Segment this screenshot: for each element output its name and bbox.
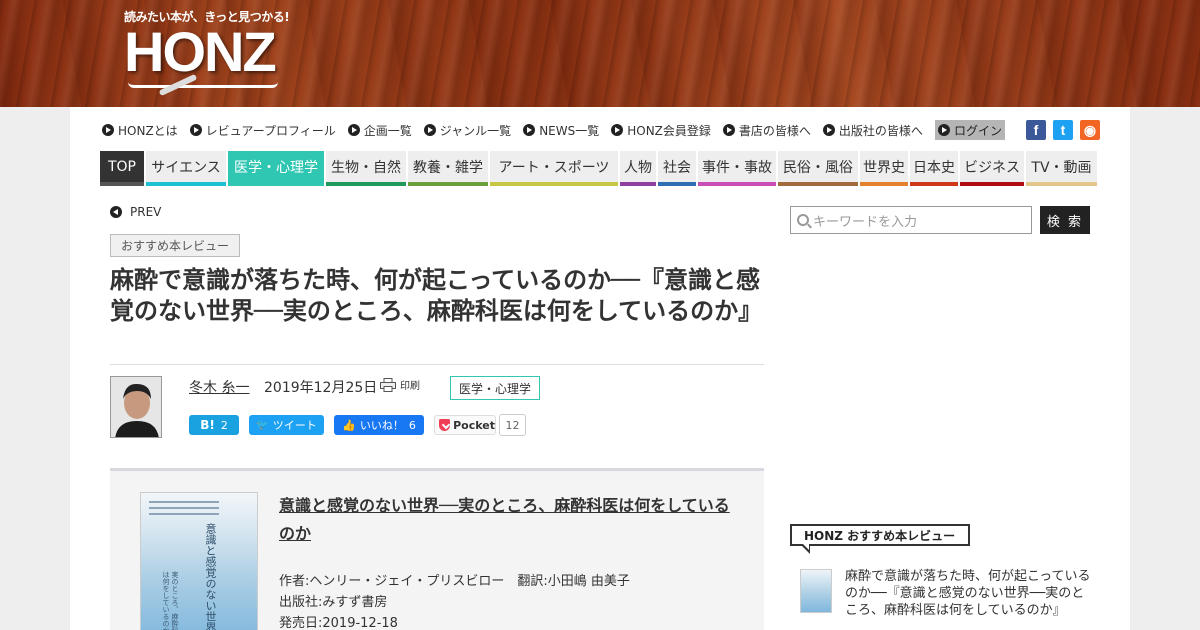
top-link-3[interactable]: ジャンル一覧 — [423, 120, 512, 140]
social-icons: f t ◉ — [1026, 120, 1107, 140]
pocket-button[interactable]: Pocket — [434, 415, 496, 435]
sidebar-review-link[interactable]: 麻酔で意識が落ちた時、何が起こっているのか──『意識と感覚のない世界──実のとこ… — [845, 568, 1095, 619]
category-tab-5[interactable]: アート・スポーツ — [490, 151, 618, 186]
honz-logo[interactable]: 読みたい本が、きっと見つかる! HONZ — [124, 8, 290, 100]
top-link-label: ジャンル一覧 — [439, 123, 512, 138]
category-tab-4[interactable]: 教養・雑学 — [408, 151, 488, 186]
book-icon — [128, 82, 278, 88]
category-tab-11[interactable]: 日本史 — [910, 151, 958, 186]
like-label: いいね！ — [359, 419, 404, 432]
arrow-right-icon — [102, 124, 114, 136]
category-tab-12[interactable]: ビジネス — [960, 151, 1024, 186]
category-tab-2[interactable]: 医学・心理学 — [228, 151, 324, 186]
hatena-icon: B! — [200, 418, 215, 432]
search-button[interactable]: 検 索 — [1040, 206, 1090, 234]
twitter-icon[interactable]: t — [1053, 120, 1073, 140]
top-link-label: 書店の皆様へ — [738, 123, 811, 138]
arrow-right-icon — [189, 124, 202, 136]
sidebar-book-thumbnail[interactable] — [800, 569, 832, 613]
top-link-7[interactable]: 出版社の皆様へ — [822, 120, 923, 140]
top-link-2[interactable]: 企画一覧 — [347, 120, 412, 140]
top-link-label: レビュアープロフィール — [205, 123, 336, 138]
top-link-0[interactable]: HONZとは — [102, 120, 178, 140]
author-avatar[interactable] — [110, 376, 162, 438]
twitter-bird-icon: 🐦 — [256, 419, 269, 431]
book-author: 作者:ヘンリー・ジェイ・プリスビロー 翻訳:小田嶋 由美子 — [279, 574, 630, 589]
prev-link[interactable]: PREV — [110, 205, 161, 219]
category-tab-1[interactable]: サイエンス — [146, 151, 226, 186]
search-input[interactable]: キーワードを入力 — [790, 206, 1032, 234]
pocket-count: 12 — [499, 414, 526, 436]
category-tab-7[interactable]: 社会 — [658, 151, 696, 186]
arrow-right-icon — [822, 124, 835, 136]
arrow-right-icon — [937, 124, 950, 136]
top-link-4[interactable]: NEWS一覧 — [523, 120, 599, 140]
book-publisher: 出版社:みすず書房 — [279, 595, 388, 610]
review-category-tag[interactable]: おすすめ本レビュー — [110, 234, 241, 257]
author-link[interactable]: 冬木 糸一 — [189, 377, 249, 397]
arrow-right-icon — [523, 124, 536, 136]
site-header: 読みたい本が、きっと見つかる! HONZ — [0, 0, 1200, 107]
top-link-5[interactable]: HONZ会員登録 — [611, 120, 711, 140]
thumbs-up-icon: 👍 — [342, 418, 356, 432]
cover-subtitle: 実のところ、麻酔科医は何をしているのか — [162, 571, 179, 630]
search-placeholder: キーワードを入力 — [813, 214, 918, 230]
sidebar-section-label: HONZ おすすめ本レビュー — [790, 524, 970, 546]
tweet-label: ツイート — [272, 419, 317, 432]
print-link[interactable]: 印刷 — [380, 377, 420, 392]
rss-icon[interactable]: ◉ — [1080, 120, 1100, 140]
logo-wordmark: HONZ — [124, 20, 277, 83]
arrow-right-icon — [347, 124, 360, 136]
category-nav: TOP サイエンス 医学・心理学 生物・自然 教養・雑学 アート・スポーツ 人物 社会 事件・事… — [100, 151, 1099, 186]
book-info-box: 意識と感覚のない世界 実のところ、麻酔科医は何をしているのか 意識と感覚のない世… — [110, 471, 764, 630]
main-page: HONZとは レビュアープロフィール 企画一覧 ジャンル一覧 NEWS一覧 HONZ会員登… — [70, 107, 1130, 630]
top-link-8[interactable]: ログイン — [934, 120, 1005, 140]
arrow-left-icon — [110, 206, 122, 218]
top-link-label: 出版社の皆様へ — [838, 123, 923, 138]
prev-label: PREV — [130, 205, 162, 219]
top-links: HONZとは レビュアープロフィール 企画一覧 ジャンル一覧 NEWS一覧 HONZ会員登… — [102, 120, 1017, 140]
divider — [110, 364, 764, 365]
genre-tag[interactable]: 医学・心理学 — [450, 376, 541, 400]
cover-header-lines — [149, 501, 219, 519]
top-link-label: ログイン — [953, 123, 1002, 138]
book-release-date: 発売日:2019-12-18 — [279, 616, 398, 630]
arrow-right-icon — [611, 124, 624, 136]
pocket-icon — [439, 419, 451, 431]
pocket-label: Pocket — [453, 418, 495, 432]
like-count: 6 — [408, 418, 416, 432]
category-tab-3[interactable]: 生物・自然 — [326, 151, 406, 186]
arrow-right-icon — [423, 124, 436, 136]
tweet-button[interactable]: 🐦 ツイート — [249, 415, 324, 435]
facebook-icon[interactable]: f — [1026, 120, 1046, 140]
label-tail-inner — [803, 544, 809, 550]
facebook-like-button[interactable]: 👍 いいね！ 6 — [334, 415, 424, 435]
cover-title: 意識と感覚のない世界 — [204, 523, 217, 630]
book-title-link[interactable]: 意識と感覚のない世界──実のところ、麻酔科医は何をしているのか — [279, 492, 739, 548]
print-label: 印刷 — [400, 381, 420, 392]
top-link-label: NEWS一覧 — [539, 123, 600, 138]
category-tab-9[interactable]: 民俗・風俗 — [778, 151, 858, 186]
search-icon — [797, 214, 809, 226]
category-tab-10[interactable]: 世界史 — [860, 151, 908, 186]
printer-icon — [380, 377, 396, 392]
category-tab-0[interactable]: TOP — [100, 151, 144, 186]
top-link-label: 企画一覧 — [363, 123, 412, 138]
category-tab-13[interactable]: TV・動画 — [1026, 151, 1097, 186]
arrow-right-icon — [722, 124, 735, 136]
top-link-6[interactable]: 書店の皆様へ — [722, 120, 811, 140]
book-cover[interactable]: 意識と感覚のない世界 実のところ、麻酔科医は何をしているのか — [140, 492, 258, 630]
article-title: 麻酔で意識が落ちた時、何が起こっているのか──『意識と感覚のない世界──実のとこ… — [110, 266, 763, 325]
publish-date: 2019年12月25日 — [264, 380, 378, 396]
top-link-1[interactable]: レビュアープロフィール — [189, 120, 336, 140]
top-link-label: HONZとは — [118, 123, 178, 138]
hatena-bookmark-button[interactable]: B! 2 — [189, 415, 239, 435]
category-tab-6[interactable]: 人物 — [620, 151, 656, 186]
hatena-count: 2 — [220, 418, 228, 432]
category-tab-8[interactable]: 事件・事故 — [698, 151, 776, 186]
top-link-label: HONZ会員登録 — [627, 123, 711, 138]
